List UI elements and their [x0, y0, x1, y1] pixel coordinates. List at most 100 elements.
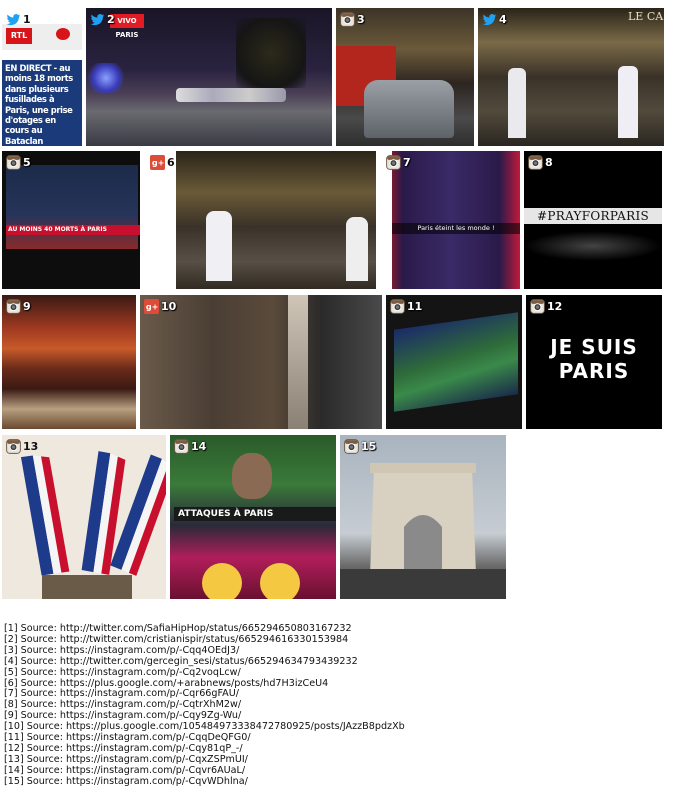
responder: [346, 217, 368, 281]
tree-silhouette: [236, 18, 306, 88]
tile-2-badge: 2: [90, 12, 115, 27]
news-banner: ATTAQUES À PARIS: [174, 507, 336, 521]
instagram-icon: [386, 155, 401, 170]
photo: [382, 151, 520, 289]
tile-number: 2: [107, 12, 115, 26]
tv-screen: [6, 165, 138, 249]
pillar: [288, 295, 308, 429]
instagram-icon: [344, 439, 359, 454]
tile-12-je-suis-paris[interactable]: JE SUIS PARIS 12: [526, 295, 662, 429]
tile-11-badge: 11: [390, 299, 422, 314]
tile-number: 14: [191, 439, 207, 453]
tile-6-cafe-terrace[interactable]: 6: [146, 151, 376, 289]
tile-number: 8: [545, 155, 553, 169]
white-border: [382, 151, 392, 289]
instagram-icon: [174, 439, 189, 454]
tile-number: 10: [161, 299, 177, 313]
sources-list: [1] Source: http://twitter.com/SafiaHipH…: [4, 623, 405, 788]
twitter-icon: [90, 12, 105, 27]
tile-number: 7: [403, 155, 411, 169]
paris-text: PARIS: [558, 359, 630, 383]
tile-2-street-video[interactable]: VIVO PARIS 2: [86, 8, 332, 146]
tile-11-stadium-tv[interactable]: 11: [386, 295, 522, 429]
tile-5-badge: 5: [6, 155, 31, 170]
instagram-icon: [530, 299, 545, 314]
tile-number: 11: [407, 299, 423, 313]
source-line: [4] Source: http://twitter.com/gercegin_…: [4, 655, 358, 667]
responder: [618, 66, 638, 138]
tile-number: 15: [361, 439, 377, 453]
tile-number: 6: [167, 155, 175, 169]
photo: [140, 295, 382, 429]
tile-4-badge: 4: [482, 12, 507, 27]
tile-12-badge: 12: [530, 299, 562, 314]
scared-emoji: [260, 563, 300, 599]
police-light: [86, 63, 126, 93]
photo: [2, 295, 136, 429]
tile-9-concert-hall[interactable]: 9: [2, 295, 136, 429]
tile-7-badge: 7: [386, 155, 411, 170]
white-border: [146, 151, 176, 289]
instagram-icon: [390, 299, 405, 314]
tile-10-interior[interactable]: 10: [140, 295, 382, 429]
vivo-logo: VIVO PARIS: [110, 14, 144, 39]
tile-10-badge: 10: [144, 299, 176, 314]
tile-14-commentator[interactable]: ATTAQUES À PARIS 14: [170, 435, 336, 599]
tile-4-cafe-responders[interactable]: LE CA 4: [478, 8, 664, 146]
tile-15-arc-de-triomphe[interactable]: 15: [340, 435, 506, 599]
tile-number: 13: [23, 439, 39, 453]
tile-1-phone-screenshot[interactable]: RTL EN DIRECT - au moins 18 morts dans p…: [2, 8, 82, 146]
storefront-sign: LE CA: [628, 10, 664, 23]
parked-car: [364, 80, 454, 138]
commentator-head: [232, 453, 272, 499]
cars: [176, 88, 286, 102]
tile-number: 5: [23, 155, 31, 169]
twitter-icon: [6, 12, 21, 27]
scared-emoji: [202, 563, 242, 599]
tile-number: 12: [547, 299, 563, 313]
googleplus-icon: [144, 299, 159, 314]
tv-ticker: AU MOINS 40 MORTS À PARIS: [6, 225, 140, 235]
tile-number: 3: [357, 12, 365, 26]
live-dot-icon: [56, 28, 70, 40]
twitter-icon: [482, 12, 497, 27]
source-line: [5] Source: https://instagram.com/p/-Cq2…: [4, 666, 241, 678]
tile-3-fire-trucks[interactable]: 3: [336, 8, 474, 146]
rtl-header-bar: RTL: [2, 24, 82, 50]
phone-headline: EN DIRECT - au moins 18 morts dans plusi…: [5, 63, 73, 146]
phone-content: EN DIRECT - au moins 18 morts dans plusi…: [2, 60, 82, 146]
instagram-icon: [6, 155, 21, 170]
city-lights: [524, 231, 662, 261]
tile-6-badge: 6: [150, 155, 175, 170]
tile-number: 4: [499, 12, 507, 26]
tile-5-tv-news[interactable]: AU MOINS 40 MORTS À PARIS 5: [2, 151, 140, 289]
je-suis-text: JE SUIS: [550, 335, 638, 359]
tile-1-badge: 1: [6, 12, 31, 27]
tile-number: 9: [23, 299, 31, 313]
tv-screen: [394, 312, 518, 412]
caption-bar: Paris éteint les monde !: [392, 223, 520, 234]
tile-13-flags[interactable]: 13: [2, 435, 166, 599]
flags-illustration: [2, 435, 166, 599]
tile-7-night-city[interactable]: Paris éteint les monde ! 7: [382, 151, 520, 289]
responder: [206, 211, 232, 281]
instagram-icon: [6, 439, 21, 454]
hashtag-text: #PRAYFORPARIS: [524, 208, 662, 224]
googleplus-icon: [150, 155, 165, 170]
tile-8-badge: 8: [528, 155, 553, 170]
tile-15-badge: 15: [344, 439, 376, 454]
arc-illustration: [340, 463, 506, 599]
rtl-logo: RTL: [6, 28, 32, 44]
source-line: [15] Source: https://instagram.com/p/-Cq…: [4, 775, 248, 787]
tile-3-badge: 3: [340, 12, 365, 27]
instagram-icon: [528, 155, 543, 170]
tile-13-badge: 13: [6, 439, 38, 454]
instagram-icon: [340, 12, 355, 27]
tile-number: 1: [23, 12, 31, 26]
instagram-icon: [6, 299, 21, 314]
tile-14-badge: 14: [174, 439, 206, 454]
tile-9-badge: 9: [6, 299, 31, 314]
responder: [508, 68, 526, 138]
photo: [146, 151, 376, 289]
tile-8-prayforparis[interactable]: #PRAYFORPARIS 8: [524, 151, 662, 289]
